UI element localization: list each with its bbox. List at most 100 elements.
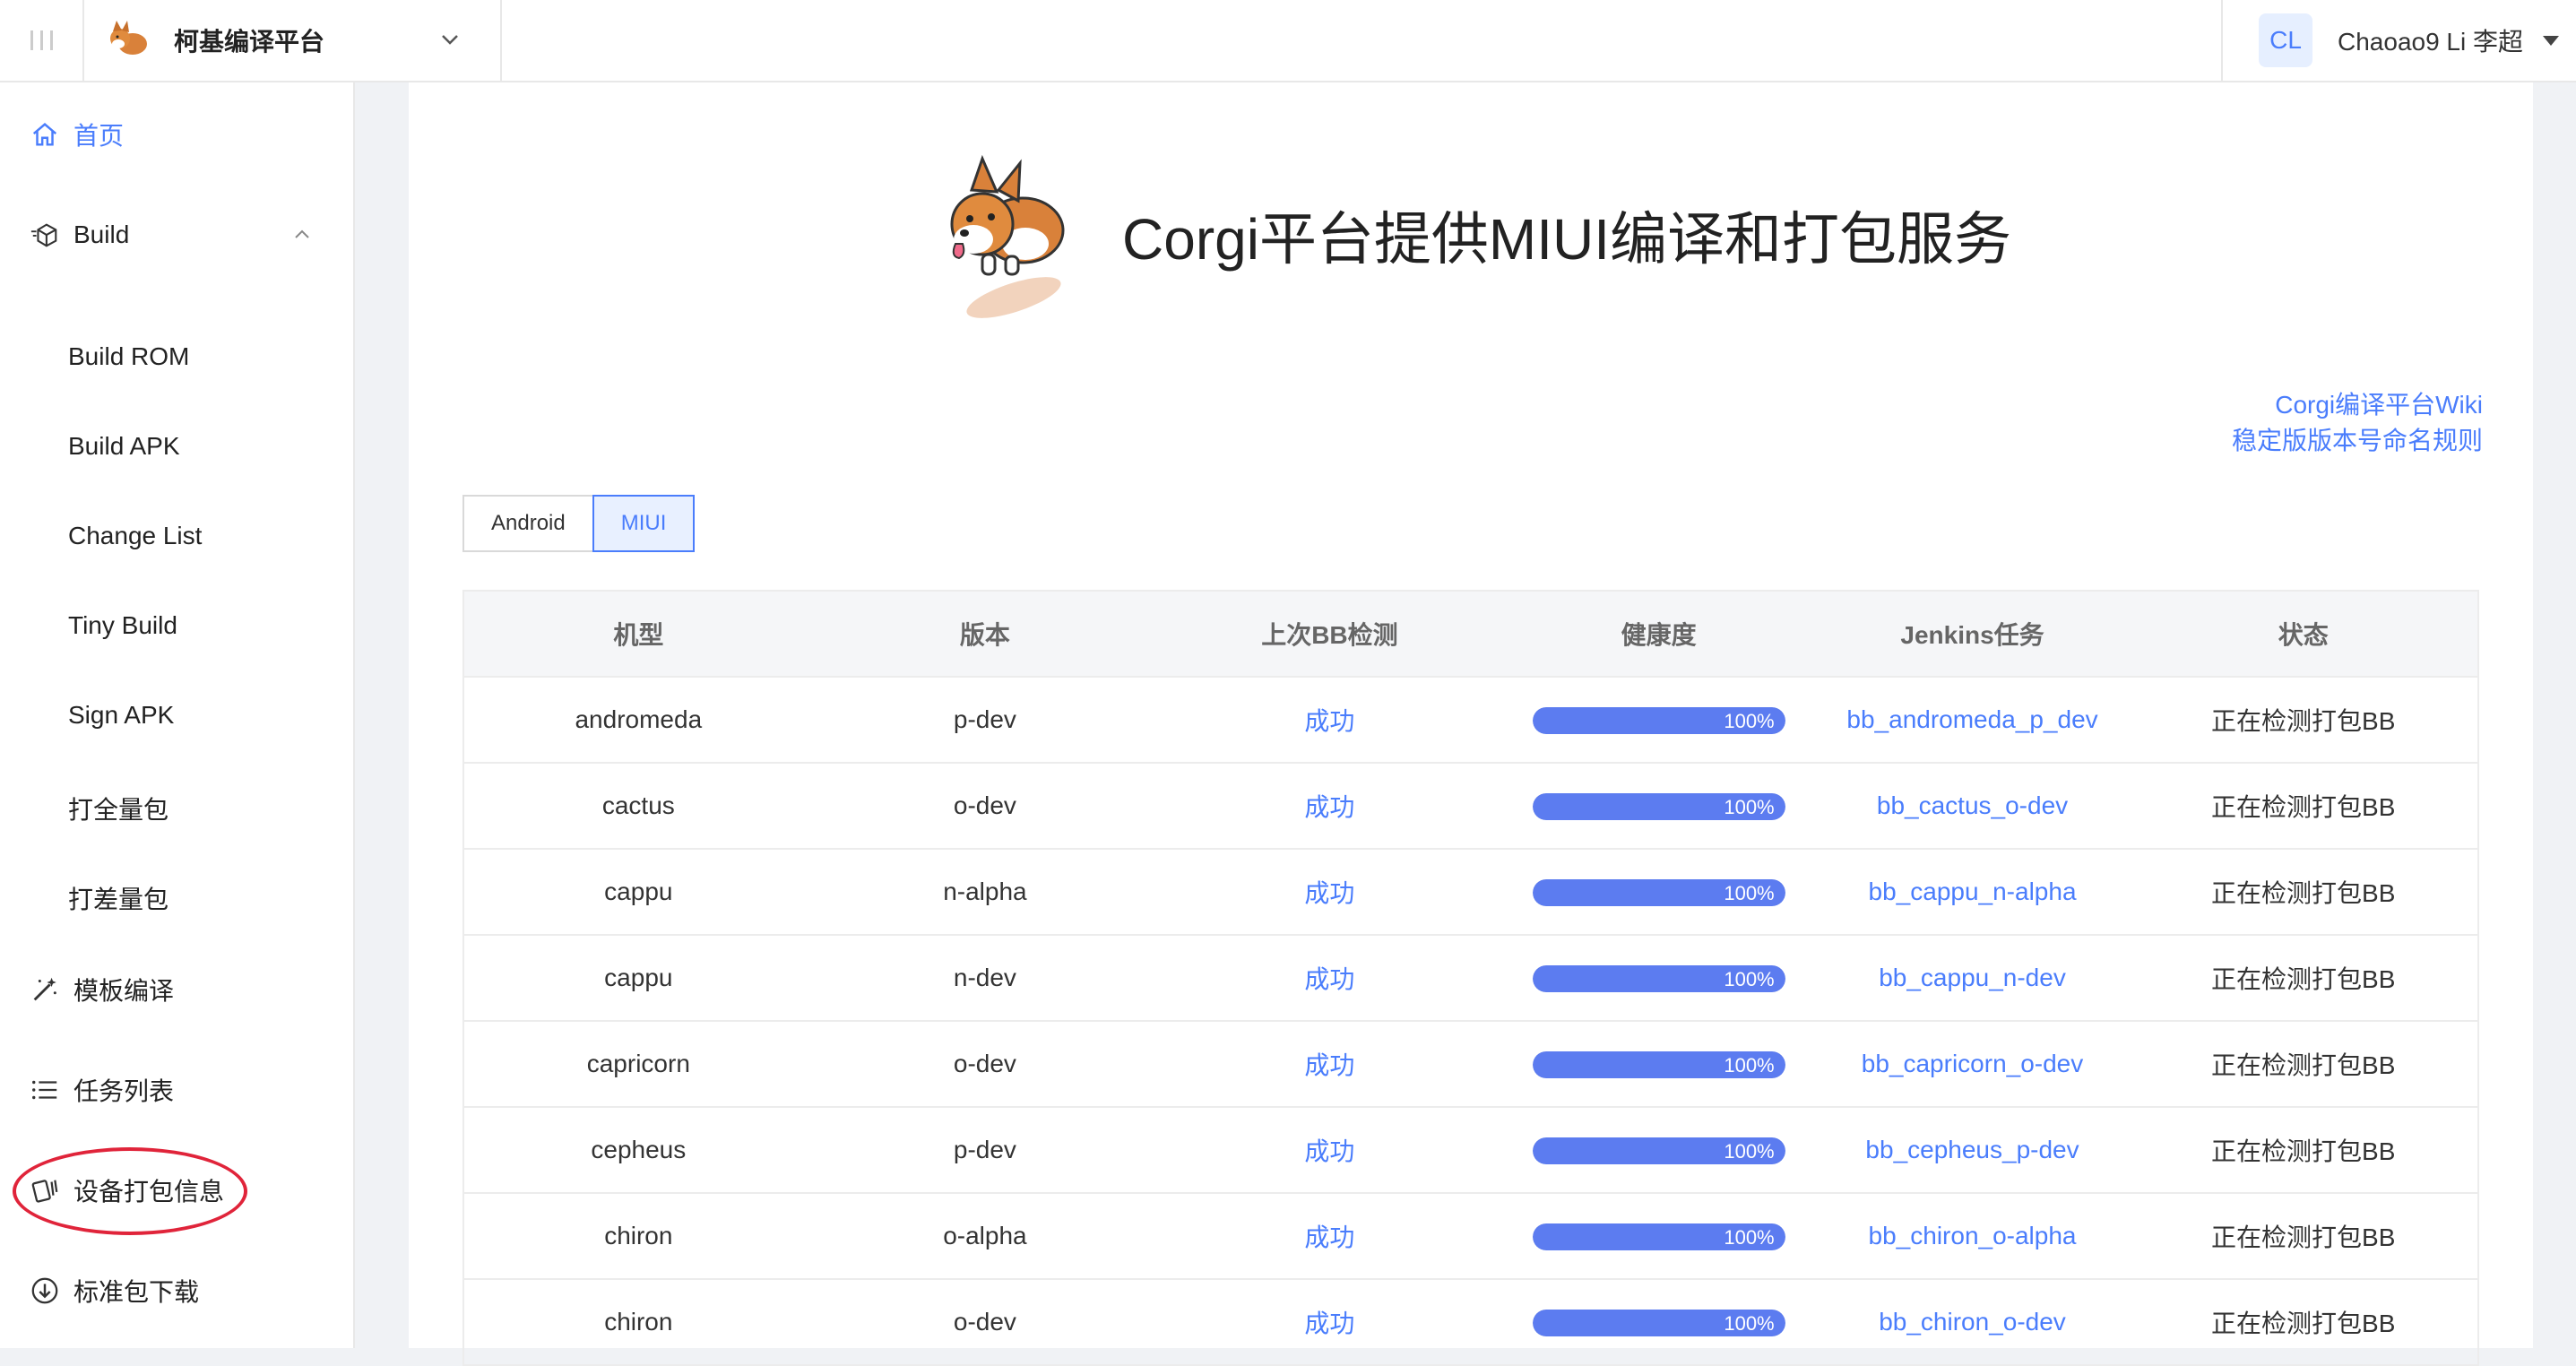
table-body: andromeda p-dev 成功 100% bb_andromeda_p_dev 正在… xyxy=(463,676,2478,1365)
highlight-annotation-circle xyxy=(13,1147,247,1235)
bb-result-link[interactable]: 成功 xyxy=(1157,762,1502,849)
device-cell: cappu xyxy=(463,934,813,1021)
health-progress-label: 100% xyxy=(1724,1054,1775,1077)
home-icon xyxy=(29,118,61,151)
bb-result-link[interactable]: 成功 xyxy=(1157,934,1502,1021)
sidebar-item-label: 标准包下载 xyxy=(73,1278,200,1306)
column-header-status[interactable]: 状态 xyxy=(2129,591,2478,677)
health-progress-bar: 100% xyxy=(1532,1310,1785,1337)
corgi-logo-icon xyxy=(110,21,147,55)
bb-result-link[interactable]: 成功 xyxy=(1157,1020,1502,1107)
jenkins-job-link[interactable]: bb_chiron_o-dev xyxy=(1815,1278,2130,1365)
caret-down-icon xyxy=(2543,35,2560,46)
health-cell: 100% xyxy=(1501,1192,1816,1279)
jenkins-job-link[interactable]: bb_cepheus_p-dev xyxy=(1815,1106,2130,1193)
health-progress-label: 100% xyxy=(1724,882,1775,905)
device-cell: andromeda xyxy=(463,676,813,763)
column-header-bb-check[interactable]: 上次BB检测 xyxy=(1157,591,1502,677)
column-header-jenkins-job[interactable]: Jenkins任务 xyxy=(1815,591,2130,677)
sidebar-item-change-list[interactable]: Change List xyxy=(68,522,202,550)
sidebar-item-build-apk[interactable]: Build APK xyxy=(68,432,180,461)
health-progress-label: 100% xyxy=(1724,968,1775,991)
status-cell: 正在检测打包BB xyxy=(2129,1192,2478,1279)
main-content: Corgi平台提供MIUI编译和打包服务 Corgi编译平台Wiki 稳定版版本… xyxy=(409,82,2533,1366)
user-menu[interactable]: CL Chaoao9 Li 李超 xyxy=(2221,0,2576,81)
version-cell: p-dev xyxy=(812,1106,1158,1193)
table-row: cactus o-dev 成功 100% bb_cactus_o-dev 正在检测打包BB xyxy=(463,762,2478,849)
table-row: cappu n-dev 成功 100% bb_cappu_n-dev 正在检测打包BB xyxy=(463,934,2478,1021)
tab-android[interactable]: Android xyxy=(462,495,594,552)
magic-wand-icon xyxy=(29,973,61,1006)
jenkins-job-link[interactable]: bb_andromeda_p_dev xyxy=(1815,676,2130,763)
health-progress-bar: 100% xyxy=(1532,793,1785,821)
sidebar-item-label: 任务列表 xyxy=(73,1077,175,1105)
column-header-device[interactable]: 机型 xyxy=(463,591,813,677)
jenkins-job-link[interactable]: bb_cappu_n-alpha xyxy=(1815,848,2130,935)
table-row: chiron o-alpha 成功 100% bb_chiron_o-alpha 正在检测… xyxy=(463,1192,2478,1279)
device-cell: cepheus xyxy=(463,1106,813,1193)
health-progress-bar: 100% xyxy=(1532,1051,1785,1079)
table-row: capricorn o-dev 成功 100% bb_capricorn_o-dev 正在… xyxy=(463,1020,2478,1107)
platform-tabs: Android MIUI xyxy=(462,495,696,552)
health-cell: 100% xyxy=(1501,1106,1816,1193)
table-header-row: 机型 版本 上次BB检测 健康度 Jenkins任务 状态 xyxy=(463,591,2478,677)
column-header-health[interactable]: 健康度 xyxy=(1501,591,1816,677)
device-cell: cactus xyxy=(463,762,813,849)
status-cell: 正在检测打包BB xyxy=(2129,676,2478,763)
table-row: andromeda p-dev 成功 100% bb_andromeda_p_dev 正在… xyxy=(463,676,2478,763)
version-cell: n-dev xyxy=(812,934,1158,1021)
sidebar-item-task-list[interactable]: 任务列表 xyxy=(0,1072,353,1108)
brand-name: 柯基编译平台 xyxy=(174,28,325,56)
help-links: Corgi编译平台Wiki 稳定版版本号命名规则 xyxy=(2232,387,2483,459)
sidebar-item-label: 模板编译 xyxy=(73,977,175,1005)
health-cell: 100% xyxy=(1501,848,1816,935)
corgi-mascot-icon xyxy=(950,154,1065,318)
bb-result-link[interactable]: 成功 xyxy=(1157,1106,1502,1193)
version-cell: o-dev xyxy=(812,1020,1158,1107)
sidebar-item-template-compile[interactable]: 模板编译 xyxy=(0,972,353,1007)
jenkins-job-link[interactable]: bb_cappu_n-dev xyxy=(1815,934,2130,1021)
download-icon xyxy=(29,1275,61,1307)
menu-collapse-button[interactable] xyxy=(0,0,84,81)
bb-result-link[interactable]: 成功 xyxy=(1157,1278,1502,1365)
column-header-version[interactable]: 版本 xyxy=(812,591,1158,677)
health-progress-bar: 100% xyxy=(1532,1137,1785,1165)
health-progress-bar: 100% xyxy=(1532,879,1785,907)
version-cell: o-dev xyxy=(812,762,1158,849)
health-progress-label: 100% xyxy=(1724,1226,1775,1249)
status-cell: 正在检测打包BB xyxy=(2129,1106,2478,1193)
device-cell: capricorn xyxy=(463,1020,813,1107)
avatar: CL xyxy=(2259,13,2312,67)
device-cell: chiron xyxy=(463,1192,813,1279)
sidebar-item-home[interactable]: 首页 xyxy=(0,117,353,152)
sidebar-group-build[interactable]: Build xyxy=(0,217,353,253)
health-cell: 100% xyxy=(1501,1020,1816,1107)
sidebar-item-label: Build xyxy=(73,220,130,248)
sidebar-item-diff-package[interactable]: 打差量包 xyxy=(68,880,169,916)
table-row: cappu n-alpha 成功 100% bb_cappu_n-alpha 正在检测打包… xyxy=(463,848,2478,935)
health-cell: 100% xyxy=(1501,934,1816,1021)
bb-result-link[interactable]: 成功 xyxy=(1157,676,1502,763)
jenkins-job-link[interactable]: bb_capricorn_o-dev xyxy=(1815,1020,2130,1107)
sidebar-item-sign-apk[interactable]: Sign APK xyxy=(68,701,174,730)
brand-switcher[interactable]: 柯基编译平台 xyxy=(84,0,502,81)
bb-result-link[interactable]: 成功 xyxy=(1157,848,1502,935)
jenkins-job-link[interactable]: bb_cactus_o-dev xyxy=(1815,762,2130,849)
health-progress-bar: 100% xyxy=(1532,707,1785,735)
naming-rule-link[interactable]: 稳定版版本号命名规则 xyxy=(2232,423,2483,459)
health-progress-bar: 100% xyxy=(1532,1223,1785,1251)
sidebar-item-tiny-build[interactable]: Tiny Build xyxy=(68,611,177,640)
tab-miui[interactable]: MIUI xyxy=(592,495,696,552)
jenkins-job-link[interactable]: bb_chiron_o-alpha xyxy=(1815,1192,2130,1279)
sidebar-item-build-rom[interactable]: Build ROM xyxy=(68,342,189,371)
bb-result-link[interactable]: 成功 xyxy=(1157,1192,1502,1279)
version-cell: o-dev xyxy=(812,1278,1158,1365)
status-cell: 正在检测打包BB xyxy=(2129,848,2478,935)
status-cell: 正在检测打包BB xyxy=(2129,934,2478,1021)
device-cell: cappu xyxy=(463,848,813,935)
sidebar-item-std-pack-download[interactable]: 标准包下载 xyxy=(0,1273,353,1309)
health-progress-label: 100% xyxy=(1724,1312,1775,1336)
wiki-link[interactable]: Corgi编译平台Wiki xyxy=(2232,387,2483,423)
version-cell: n-alpha xyxy=(812,848,1158,935)
sidebar-item-full-package[interactable]: 打全量包 xyxy=(68,791,169,826)
